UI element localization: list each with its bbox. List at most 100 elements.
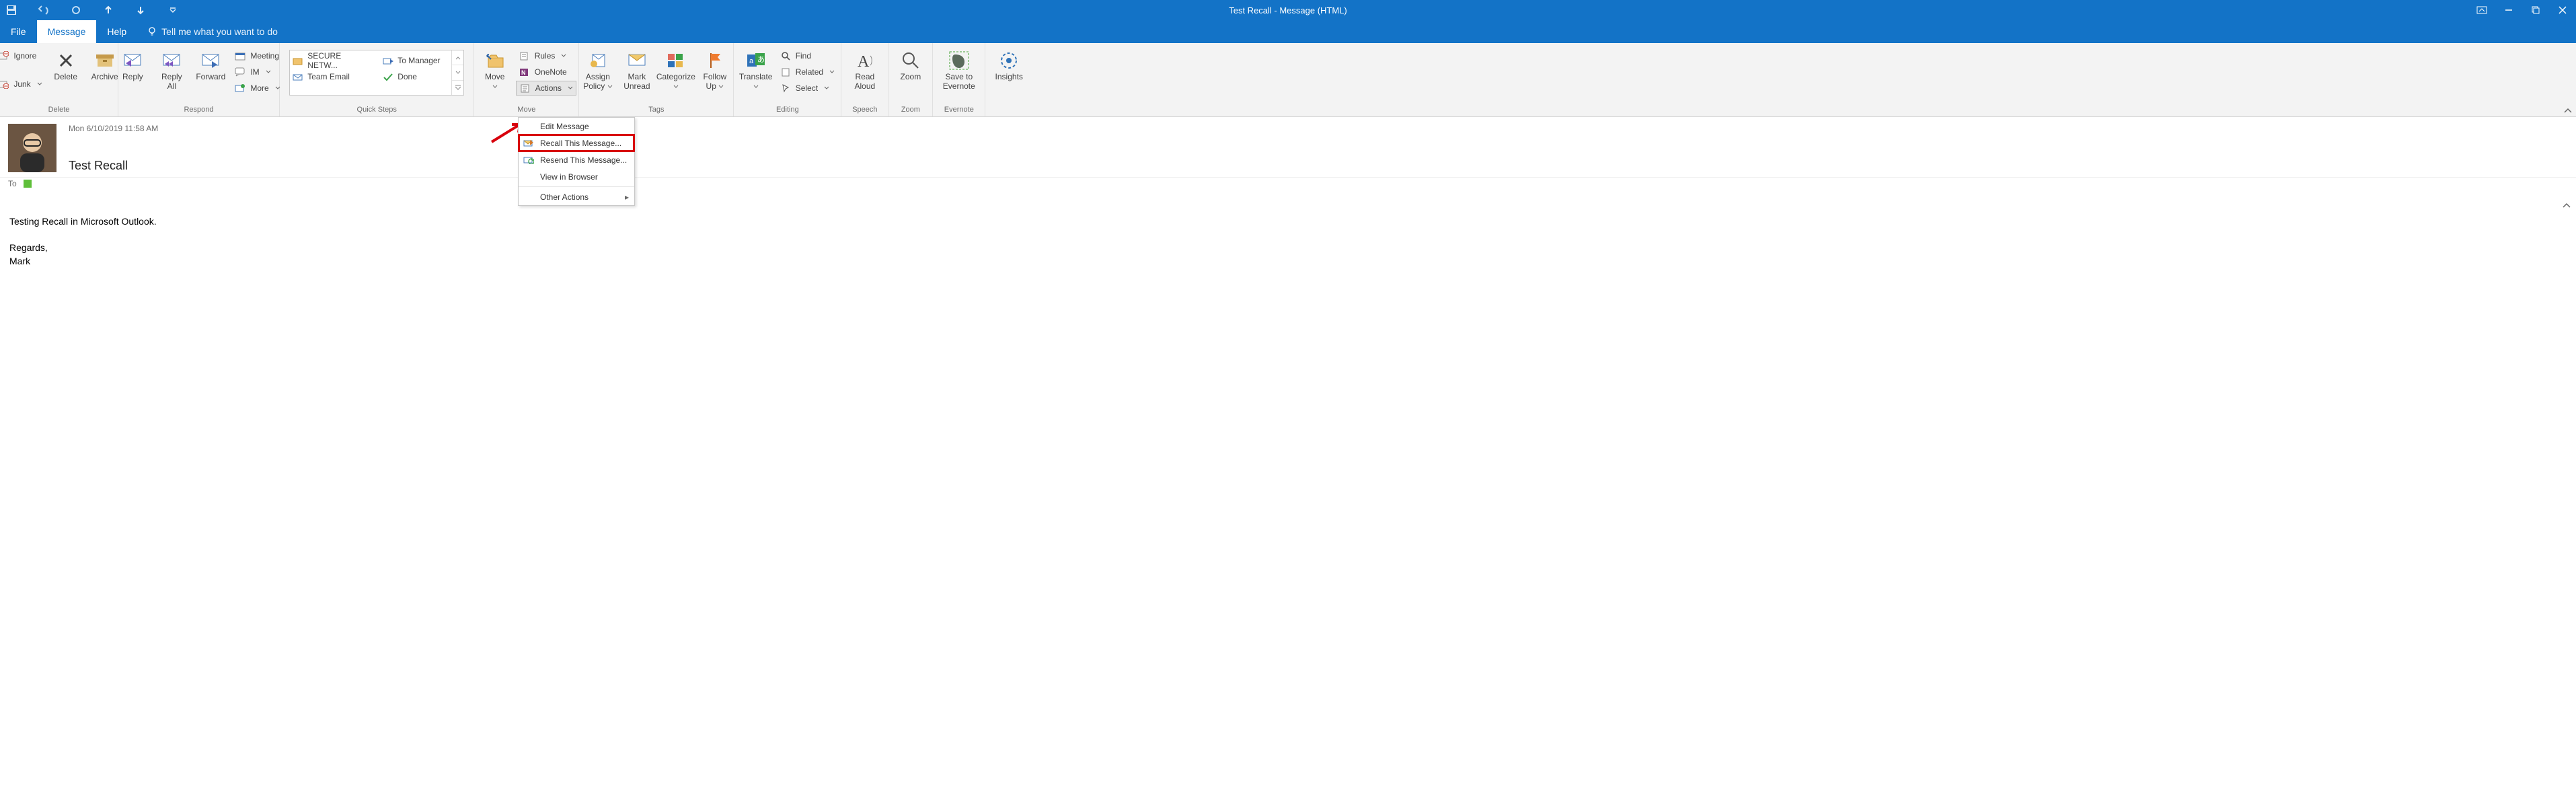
group-quick-steps: SECURE NETW... To Manager Team Email Don… bbox=[280, 43, 474, 116]
qs-done[interactable]: Done bbox=[383, 69, 457, 84]
ribbon: Ignore Junk Delete Archive Delete bbox=[0, 43, 2576, 117]
scroll-down-icon[interactable] bbox=[452, 65, 463, 80]
forward-button[interactable]: Forward bbox=[192, 48, 229, 82]
select-button[interactable]: Select bbox=[777, 81, 837, 96]
message-body: Testing Recall in Microsoft Outlook. Reg… bbox=[0, 195, 2576, 288]
zoom-button[interactable]: Zoom bbox=[893, 48, 929, 82]
next-item-icon[interactable] bbox=[135, 4, 147, 16]
done-icon bbox=[383, 73, 393, 81]
meeting-label: Meeting bbox=[250, 51, 279, 61]
menu-recall-this-message[interactable]: Recall This Message... bbox=[519, 135, 634, 151]
undo-icon[interactable] bbox=[38, 4, 50, 16]
svg-text:N: N bbox=[521, 69, 526, 76]
translate-icon: aあ bbox=[745, 50, 767, 71]
find-icon bbox=[780, 50, 792, 62]
assign-policy-button[interactable]: AssignPolicy bbox=[580, 48, 616, 91]
more-icon bbox=[234, 82, 246, 94]
im-label: IM bbox=[250, 67, 259, 77]
insights-button[interactable]: Insights bbox=[991, 48, 1027, 82]
translate-button[interactable]: aあ Translate bbox=[738, 48, 774, 91]
rules-button[interactable]: Rules bbox=[516, 48, 576, 63]
chevron-down-icon bbox=[824, 86, 829, 90]
menu-resend-this-message[interactable]: Resend This Message... bbox=[519, 151, 634, 168]
tab-help[interactable]: Help bbox=[96, 20, 137, 43]
presence-indicator-icon bbox=[24, 180, 32, 188]
quick-steps-gallery[interactable]: SECURE NETW... To Manager Team Email Don… bbox=[289, 50, 464, 96]
group-label-move: Move bbox=[480, 104, 573, 116]
delete-button[interactable]: Delete bbox=[48, 48, 84, 82]
move-button[interactable]: Move bbox=[477, 48, 513, 91]
related-label: Related bbox=[796, 67, 823, 77]
categorize-icon bbox=[665, 50, 687, 71]
save-icon[interactable] bbox=[5, 4, 17, 16]
recall-icon bbox=[523, 137, 535, 149]
ignore-label: Ignore bbox=[13, 51, 36, 61]
collapse-header-icon[interactable] bbox=[2563, 202, 2571, 209]
ribbon-display-options-icon[interactable] bbox=[2468, 0, 2495, 20]
read-aloud-button[interactable]: A ReadAloud bbox=[847, 48, 883, 91]
delete-icon bbox=[55, 50, 77, 71]
tab-file[interactable]: File bbox=[0, 20, 37, 43]
flag-icon bbox=[704, 50, 726, 71]
actions-icon bbox=[519, 82, 531, 94]
minimize-button[interactable] bbox=[2495, 0, 2522, 20]
maximize-button[interactable] bbox=[2522, 0, 2549, 20]
message-from bbox=[69, 135, 158, 152]
resend-icon bbox=[523, 154, 535, 166]
qs-secure-network[interactable]: SECURE NETW... bbox=[293, 53, 367, 68]
select-label: Select bbox=[796, 83, 818, 93]
menu-edit-message[interactable]: Edit Message bbox=[519, 118, 634, 135]
group-label-insights bbox=[991, 104, 1027, 116]
close-button[interactable] bbox=[2549, 0, 2576, 20]
sender-avatar bbox=[8, 124, 56, 172]
collapse-ribbon-icon[interactable] bbox=[2564, 107, 2572, 114]
chevron-down-icon bbox=[561, 54, 566, 58]
junk-button[interactable]: Junk bbox=[0, 77, 45, 91]
related-icon bbox=[780, 66, 792, 78]
mark-unread-button[interactable]: MarkUnread bbox=[619, 48, 655, 91]
redo-icon[interactable] bbox=[70, 4, 82, 16]
meeting-button[interactable]: Meeting bbox=[231, 48, 282, 63]
group-delete: Ignore Junk Delete Archive Delete bbox=[0, 43, 118, 116]
group-label-tags: Tags bbox=[584, 104, 728, 116]
rules-label: Rules bbox=[535, 51, 556, 61]
ignore-icon bbox=[0, 50, 9, 62]
group-label-quick-steps: Quick Steps bbox=[285, 104, 468, 116]
onenote-button[interactable]: N OneNote bbox=[516, 65, 576, 79]
group-move: Move Rules N OneNote Actions Mov bbox=[474, 43, 579, 116]
menu-other-actions[interactable]: Other Actions ▸ bbox=[519, 188, 634, 205]
gallery-expand-icon[interactable] bbox=[452, 81, 463, 95]
tell-me-search[interactable]: Tell me what you want to do bbox=[137, 20, 287, 43]
select-icon bbox=[780, 82, 792, 94]
group-label-speech: Speech bbox=[847, 104, 882, 116]
rules-icon bbox=[519, 50, 531, 62]
menu-view-in-browser[interactable]: View in Browser bbox=[519, 168, 634, 185]
recipients-row: To bbox=[0, 178, 2576, 195]
reply-all-button[interactable]: ReplyAll bbox=[153, 48, 190, 91]
save-to-evernote-button[interactable]: Save toEvernote bbox=[941, 48, 977, 91]
actions-button[interactable]: Actions bbox=[516, 81, 576, 96]
assign-policy-icon bbox=[587, 50, 609, 71]
related-button[interactable]: Related bbox=[777, 65, 837, 79]
find-button[interactable]: Find bbox=[777, 48, 837, 63]
reply-button[interactable]: Reply bbox=[114, 48, 151, 82]
tab-message[interactable]: Message bbox=[37, 20, 97, 43]
gallery-scroll[interactable] bbox=[451, 50, 463, 95]
meeting-icon bbox=[234, 50, 246, 62]
qs-team-email[interactable]: Team Email bbox=[293, 69, 367, 84]
scroll-up-icon[interactable] bbox=[452, 50, 463, 65]
menu-separator bbox=[519, 186, 634, 187]
junk-label: Junk bbox=[13, 79, 30, 89]
previous-item-icon[interactable] bbox=[102, 4, 114, 16]
customize-qat-icon[interactable] bbox=[167, 4, 179, 16]
qs-to-manager[interactable]: To Manager bbox=[383, 53, 457, 68]
categorize-button[interactable]: Categorize bbox=[658, 48, 694, 91]
follow-up-button[interactable]: FollowUp bbox=[697, 48, 733, 91]
respond-more-button[interactable]: More bbox=[231, 81, 282, 96]
reply-all-icon bbox=[161, 50, 182, 71]
ignore-button[interactable]: Ignore bbox=[0, 48, 45, 63]
insights-label: Insights bbox=[995, 73, 1023, 82]
svg-text:あ: あ bbox=[757, 55, 765, 64]
im-button[interactable]: IM bbox=[231, 65, 282, 79]
group-evernote: Save toEvernote Evernote bbox=[933, 43, 985, 116]
